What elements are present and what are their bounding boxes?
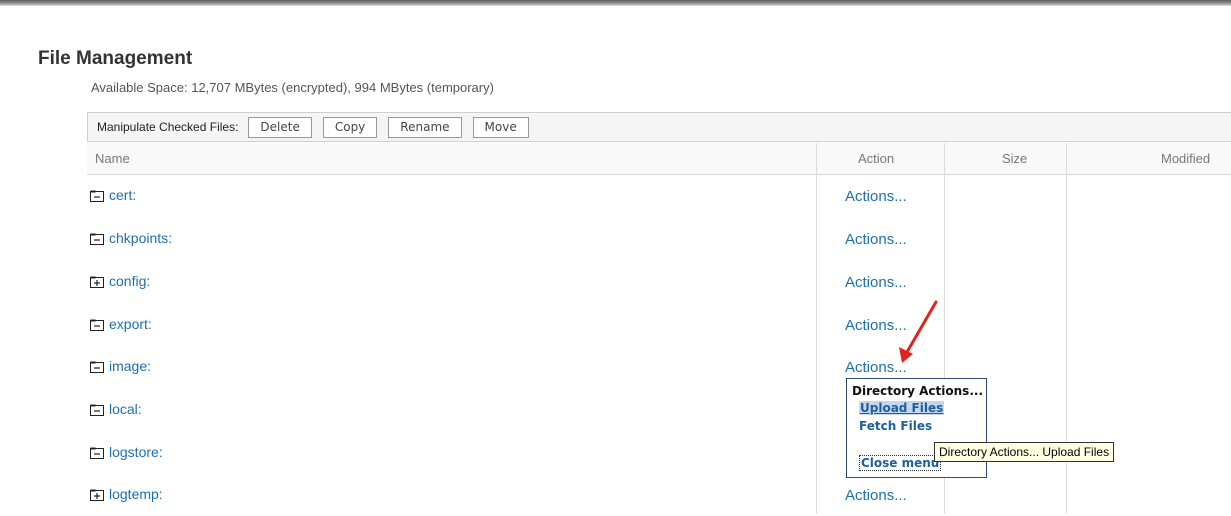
directory-link[interactable]: cert: bbox=[109, 187, 136, 203]
window-top-edge bbox=[0, 0, 1231, 6]
toolbar-label: Manipulate Checked Files: bbox=[97, 120, 239, 134]
tooltip: Directory Actions... Upload Files bbox=[934, 442, 1115, 462]
collapse-folder-icon[interactable] bbox=[90, 318, 104, 331]
collapse-folder-icon[interactable] bbox=[90, 189, 104, 202]
table-row: local: bbox=[87, 389, 1231, 431]
table-row: image: Actions... bbox=[87, 346, 1231, 388]
expand-folder-icon[interactable] bbox=[90, 275, 104, 288]
directory-link[interactable]: logstore: bbox=[109, 444, 163, 460]
upload-files-menu-item[interactable]: Upload Files bbox=[859, 401, 945, 415]
column-header-action: Action bbox=[858, 151, 895, 166]
directory-link[interactable]: local: bbox=[109, 401, 142, 417]
column-header-modified[interactable]: Modified bbox=[1161, 151, 1210, 166]
actions-link[interactable]: Actions... bbox=[845, 274, 907, 291]
actions-link[interactable]: Actions... bbox=[845, 317, 907, 334]
table-row: logtemp: Actions... bbox=[87, 474, 1231, 516]
delete-button[interactable]: Delete bbox=[248, 116, 312, 138]
directory-link[interactable]: image: bbox=[109, 358, 151, 374]
page-title: File Management bbox=[38, 48, 193, 69]
rename-button[interactable]: Rename bbox=[388, 116, 462, 138]
directory-link[interactable]: export: bbox=[109, 316, 152, 332]
actions-link[interactable]: Actions... bbox=[845, 188, 907, 205]
directory-link[interactable]: chkpoints: bbox=[109, 230, 172, 246]
table-row: config: Actions... bbox=[87, 261, 1231, 303]
column-header-name[interactable]: Name bbox=[95, 151, 130, 166]
copy-button[interactable]: Copy bbox=[322, 116, 378, 138]
collapse-folder-icon[interactable] bbox=[90, 232, 104, 245]
directory-actions-menu: Directory Actions... Upload Files Fetch … bbox=[846, 378, 987, 478]
table-header: Name Action Size Modified bbox=[87, 143, 1231, 175]
move-button[interactable]: Move bbox=[472, 116, 529, 138]
close-menu-item[interactable]: Close menu bbox=[859, 455, 942, 471]
menu-heading: Directory Actions... bbox=[852, 384, 983, 398]
expand-folder-icon[interactable] bbox=[90, 488, 104, 501]
directory-link[interactable]: config: bbox=[109, 273, 150, 289]
column-header-size[interactable]: Size bbox=[1002, 151, 1027, 166]
collapse-folder-icon[interactable] bbox=[90, 360, 104, 373]
directory-link[interactable]: logtemp: bbox=[109, 486, 163, 502]
fetch-files-menu-item[interactable]: Fetch Files bbox=[859, 419, 932, 433]
file-toolbar: Manipulate Checked Files: Delete Copy Re… bbox=[87, 112, 1231, 142]
collapse-folder-icon[interactable] bbox=[90, 446, 104, 459]
collapse-folder-icon[interactable] bbox=[90, 403, 104, 416]
table-row: cert: Actions... bbox=[87, 175, 1231, 217]
actions-link[interactable]: Actions... bbox=[845, 231, 907, 248]
actions-link[interactable]: Actions... bbox=[845, 487, 907, 504]
actions-link[interactable]: Actions... bbox=[845, 359, 907, 376]
table-row: chkpoints: Actions... bbox=[87, 218, 1231, 260]
available-space-text: Available Space: 12,707 MBytes (encrypte… bbox=[91, 80, 494, 95]
table-row: export: Actions... bbox=[87, 304, 1231, 346]
